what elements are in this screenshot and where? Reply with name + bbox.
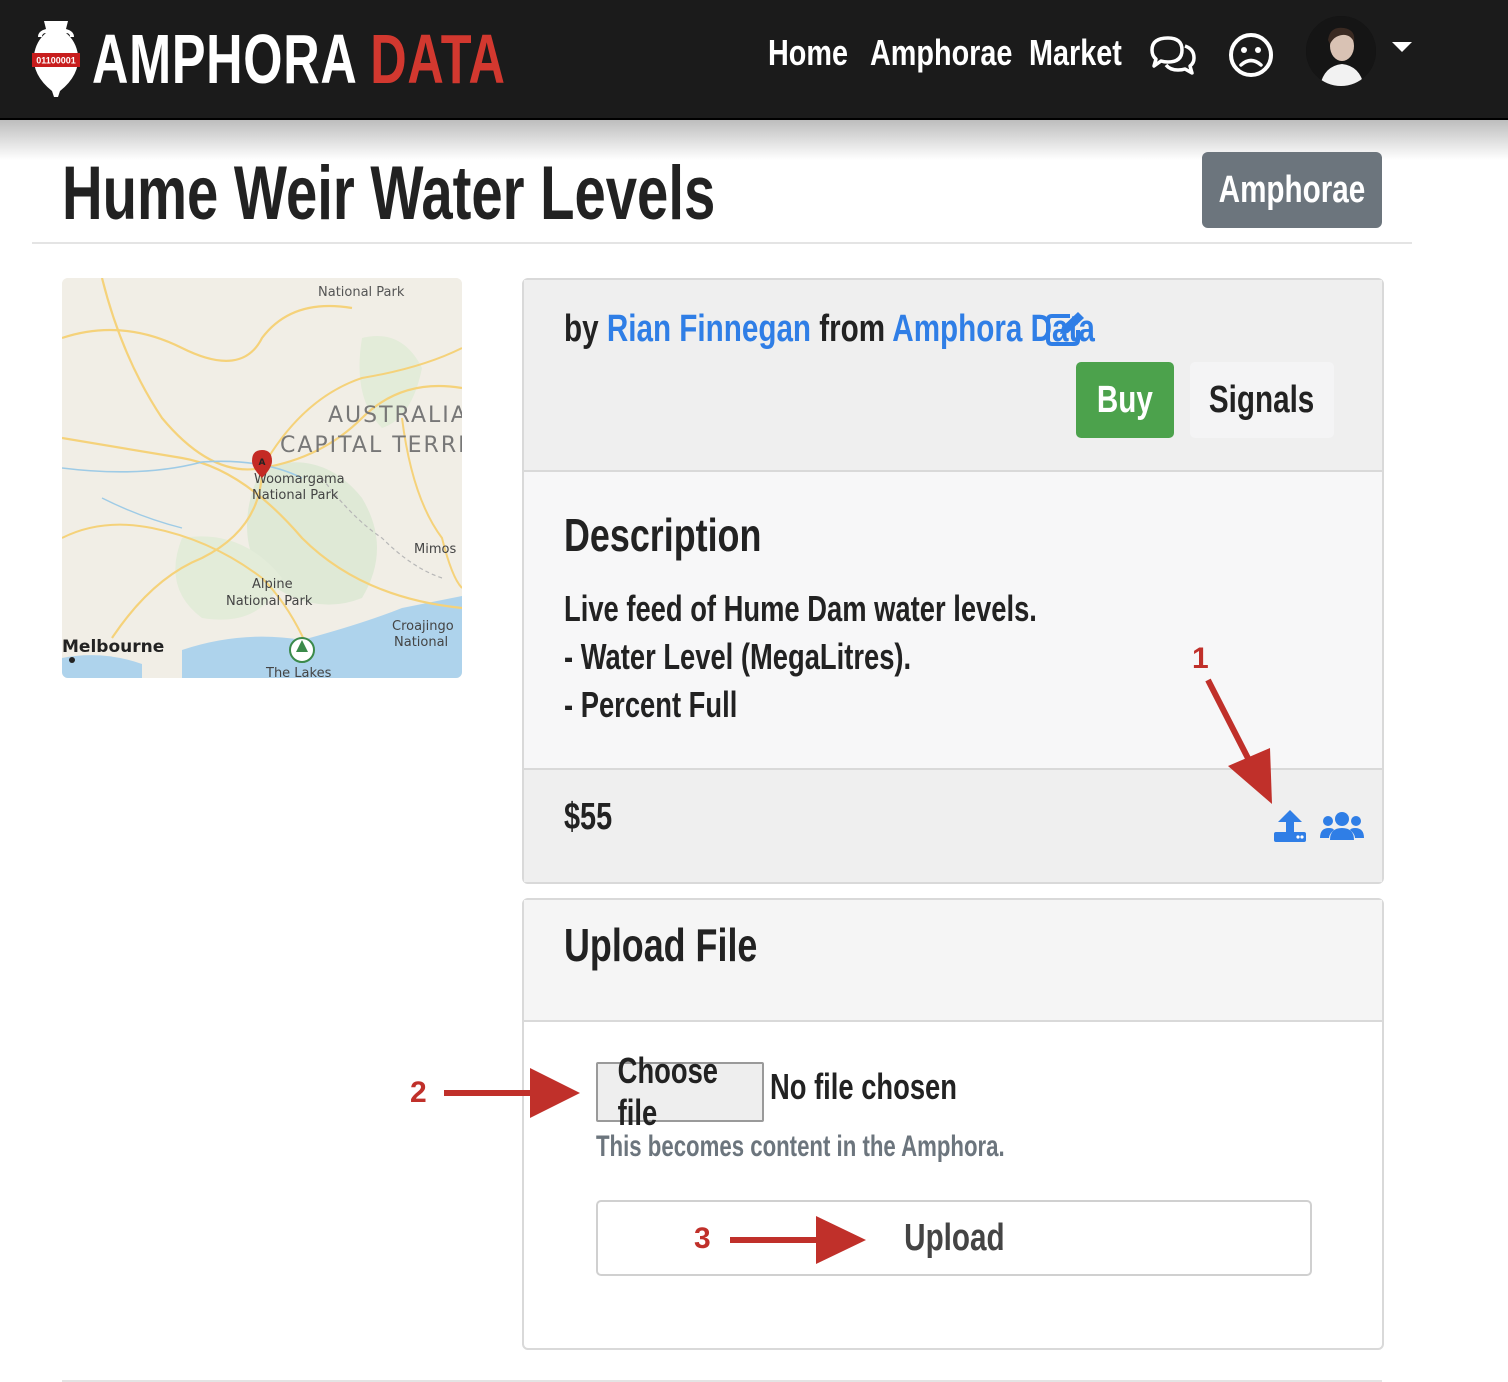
- map-label: Croajingo: [392, 619, 454, 634]
- map-label-city: Melbourne: [62, 637, 164, 657]
- user-photo-icon: [1306, 16, 1376, 86]
- map-label: AUSTRALIA: [328, 403, 462, 428]
- map-label: National Park: [318, 285, 405, 300]
- signals-button-label: Signals: [1209, 378, 1315, 421]
- navbar: 01100001 AMPHORA DATA Home Amphorae Mark…: [0, 0, 1508, 120]
- description-line: - Percent Full: [564, 684, 738, 725]
- map-pin-label: A: [259, 458, 266, 468]
- upload-card-header: Upload File: [524, 900, 1382, 1022]
- description-heading: Description: [564, 509, 762, 561]
- byline: by Rian Finnegan from Amphora Data: [564, 308, 1095, 351]
- annotation-number-1: 1: [1192, 642, 1209, 675]
- amphorae-button-label: Amphorae: [1218, 168, 1366, 211]
- map-graphic: National Park AUSTRALIA CAPITAL TERRI Wo…: [62, 278, 462, 678]
- description-line: - Water Level (MegaLitres).: [564, 636, 912, 677]
- map-label: CAPITAL TERRI: [280, 433, 462, 458]
- map-label: The Lakes: [265, 666, 332, 678]
- amphora-logo-icon: 01100001: [32, 21, 80, 97]
- description-section: Description Live feed of Hume Dam water …: [524, 472, 1382, 770]
- from-label: from: [819, 308, 886, 350]
- annotation-number-3: 3: [694, 1222, 711, 1255]
- signals-button[interactable]: Signals: [1190, 362, 1334, 438]
- header-divider: [32, 242, 1412, 244]
- brand-main-text: AMPHORA: [92, 20, 356, 98]
- users-group-icon[interactable]: [1320, 810, 1364, 842]
- price-footer: $55: [524, 770, 1382, 882]
- brand[interactable]: 01100001 AMPHORA DATA: [30, 14, 667, 104]
- price: $55: [564, 796, 613, 838]
- map-label: National: [394, 635, 448, 650]
- buy-button[interactable]: Buy: [1076, 362, 1174, 438]
- brand-text: AMPHORA DATA: [92, 19, 506, 99]
- logo-binary-text: 01100001: [36, 56, 76, 66]
- choose-file-label: Choose file: [617, 1050, 719, 1133]
- frown-icon[interactable]: [1226, 30, 1276, 80]
- choose-file-button[interactable]: Choose file: [596, 1050, 764, 1133]
- annotation-number-2: 2: [410, 1076, 427, 1109]
- brand-accent-text: DATA: [370, 20, 506, 98]
- description-line: Live feed of Hume Dam water levels.: [564, 588, 1037, 629]
- nav-market-link[interactable]: Market: [1029, 32, 1122, 74]
- by-label: by: [564, 308, 599, 350]
- chat-icon[interactable]: [1148, 32, 1198, 82]
- map-label: National Park: [226, 594, 313, 609]
- map-label: Alpine: [252, 577, 293, 592]
- upload-help-text: This becomes content in the Amphora.: [596, 1130, 1005, 1163]
- map-label: Mimos: [414, 542, 456, 557]
- upload-card: Upload File Choose file No file chosen T…: [522, 898, 1384, 1350]
- upload-heading: Upload File: [564, 919, 758, 971]
- location-map[interactable]: National Park AUSTRALIA CAPITAL TERRI Wo…: [62, 278, 462, 678]
- user-menu-caret-icon[interactable]: [1392, 42, 1412, 52]
- file-status: No file chosen: [770, 1066, 957, 1107]
- nav-home-link[interactable]: Home: [768, 32, 848, 74]
- product-card: by Rian Finnegan from Amphora Data Buy S…: [522, 278, 1384, 884]
- park-tree-icon: [289, 637, 315, 663]
- edit-icon[interactable]: [1046, 310, 1086, 346]
- map-label: National Park: [252, 488, 339, 503]
- amphorae-button[interactable]: Amphorae: [1202, 152, 1382, 228]
- avatar[interactable]: [1306, 16, 1376, 86]
- product-card-header: by Rian Finnegan from Amphora Data Buy S…: [524, 280, 1382, 472]
- page-title: Hume Weir Water Levels: [62, 151, 716, 236]
- upload-button-label: Upload: [903, 1216, 1005, 1259]
- upload-icon[interactable]: [1272, 808, 1308, 844]
- nav-amphorae-link[interactable]: Amphorae: [870, 32, 1012, 74]
- buy-button-label: Buy: [1096, 378, 1153, 421]
- author-link[interactable]: Rian Finnegan: [607, 308, 811, 350]
- map-label: Woomargama: [254, 472, 345, 487]
